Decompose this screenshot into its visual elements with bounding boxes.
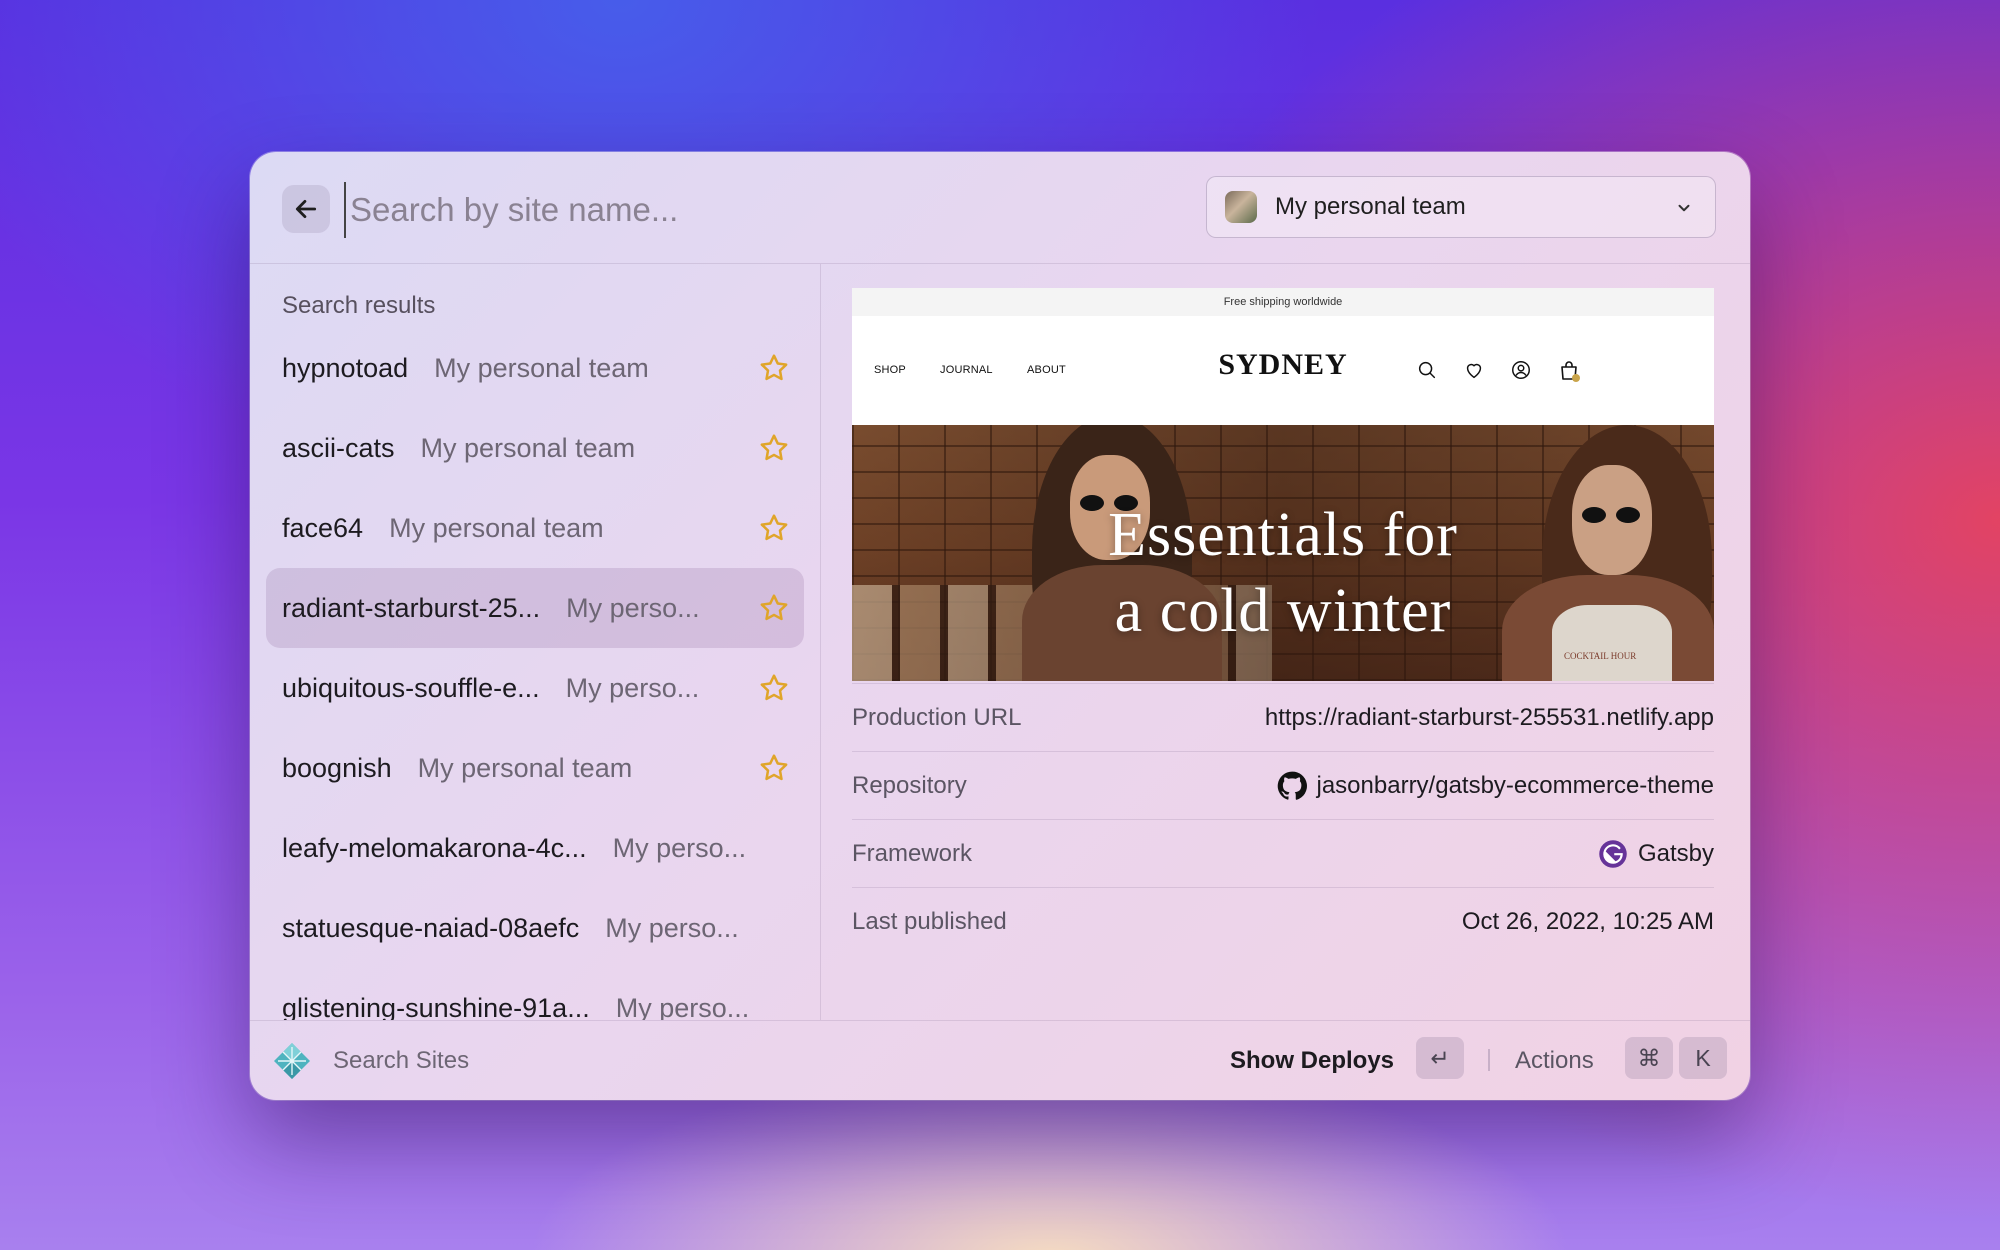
detail-label: Production URL xyxy=(852,703,1022,731)
detail-framework: Framework Gatsby xyxy=(852,819,1714,887)
enter-key-hint: ↵ xyxy=(1416,1037,1464,1079)
site-team: My personal team xyxy=(434,352,649,383)
detail-value: jasonbarry/gatsby-ecommerce-theme xyxy=(1316,771,1715,799)
list-item[interactable]: glistening-sunshine-91a... My perso... xyxy=(266,968,804,1021)
site-name: glistening-sunshine-91a... xyxy=(282,992,590,1021)
hero-line-1: Essentials for xyxy=(1108,501,1458,569)
search-icon xyxy=(1418,361,1436,379)
site-details-pane: Free shipping worldwide SHOP JOURNAL ABO… xyxy=(822,264,1750,1020)
divider xyxy=(1488,1049,1490,1071)
avatar xyxy=(1225,191,1257,223)
app-label: Search Sites xyxy=(333,1047,470,1074)
star-icon[interactable] xyxy=(758,592,790,624)
hero-headline: Essentials for a cold winter xyxy=(852,497,1714,649)
chevron-down-icon xyxy=(1678,204,1690,212)
detail-last-published: Last published Oct 26, 2022, 10:25 AM xyxy=(852,887,1714,955)
list-item-selected[interactable]: radiant-starburst-25... My perso... xyxy=(266,568,804,648)
site-name: statuesque-naiad-08aefc xyxy=(282,912,580,943)
top-bar: My personal team xyxy=(250,152,1750,264)
section-label: Search results xyxy=(282,292,436,319)
preview-hero: COCKTAIL HOUR Essentials for a cold wint… xyxy=(852,425,1714,681)
site-team: My personal team xyxy=(420,432,636,463)
detail-label: Framework xyxy=(852,839,973,867)
footer-bar: Search Sites Show Deploys ↵ Actions ⌘ K xyxy=(250,1020,1750,1100)
repository-link[interactable]: jasonbarry/gatsby-ecommerce-theme xyxy=(1277,771,1715,801)
back-button[interactable] xyxy=(282,185,330,233)
search-input[interactable] xyxy=(344,182,1144,238)
detail-label: Last published xyxy=(852,907,1007,935)
team-selector-label: My personal team xyxy=(1275,193,1466,220)
list-item[interactable]: ubiquitous-souffle-e... My perso... xyxy=(266,648,804,728)
preview-header: SHOP JOURNAL ABOUT SYDNEY xyxy=(852,316,1714,426)
production-url-link[interactable]: https://radiant-starburst-255531.netlify… xyxy=(1265,704,1714,732)
gatsby-icon xyxy=(1599,839,1627,868)
site-team: My perso... xyxy=(565,672,700,703)
list-item[interactable]: face64 My personal team xyxy=(266,488,804,568)
star-icon[interactable] xyxy=(758,512,790,544)
star-icon[interactable] xyxy=(758,672,790,704)
site-name: face64 xyxy=(282,512,364,543)
team-selector[interactable]: My personal team xyxy=(1206,176,1716,238)
framework-value: Gatsby xyxy=(1598,839,1714,869)
site-preview-screenshot: Free shipping worldwide SHOP JOURNAL ABO… xyxy=(852,288,1714,681)
site-team: My perso... xyxy=(612,832,747,863)
detail-repository: Repository jasonbarry/gatsby-ecommerce-t… xyxy=(852,751,1714,819)
site-name: boognish xyxy=(282,752,392,783)
preview-logo: SYDNEY xyxy=(1218,348,1348,381)
list-item[interactable]: hypnotoad My personal team xyxy=(266,328,804,408)
list-item[interactable]: leafy-melomakarona-4c... My perso... xyxy=(266,808,804,888)
command-key-hint: ⌘ xyxy=(1625,1037,1673,1079)
detail-value: Gatsby xyxy=(1637,839,1714,867)
site-team: My perso... xyxy=(566,592,700,623)
site-team: My personal team xyxy=(417,752,633,783)
netlify-logo-icon xyxy=(274,1043,310,1079)
list-item[interactable]: statuesque-naiad-08aefc My perso... xyxy=(266,888,804,968)
list-item[interactable]: boognish My personal team xyxy=(266,728,804,808)
command-palette-window: My personal team Search results hypnotoa… xyxy=(250,152,1750,1100)
site-team: My perso... xyxy=(605,912,739,943)
detail-label: Repository xyxy=(852,771,967,799)
actions-button[interactable]: Actions xyxy=(1515,1047,1594,1075)
detail-value: https://radiant-starburst-255531.netlify… xyxy=(1264,703,1714,731)
hero-line-2: a cold winter xyxy=(1114,577,1452,645)
user-icon xyxy=(1512,361,1530,379)
site-team: My perso... xyxy=(615,992,750,1021)
heart-icon xyxy=(1466,363,1482,379)
results-list[interactable]: Search results hypnotoad My personal tea… xyxy=(250,264,821,1020)
preview-shipping-banner: Free shipping worldwide xyxy=(852,288,1714,316)
site-team: My personal team xyxy=(389,512,604,543)
star-icon[interactable] xyxy=(758,352,790,384)
shopping-bag-icon xyxy=(1561,361,1580,382)
github-icon xyxy=(1277,771,1307,800)
list-item[interactable]: ascii-cats My personal team xyxy=(266,408,804,488)
star-icon[interactable] xyxy=(758,432,790,464)
detail-value: Oct 26, 2022, 10:25 AM xyxy=(1461,907,1714,935)
arrow-left-icon xyxy=(295,200,317,218)
star-icon[interactable] xyxy=(758,752,790,784)
k-key-hint: K xyxy=(1679,1037,1727,1079)
shirt-print: COCKTAIL HOUR xyxy=(1564,651,1637,661)
site-name: ubiquitous-souffle-e... xyxy=(282,672,540,703)
site-name: hypnotoad xyxy=(282,352,409,383)
site-name: ascii-cats xyxy=(282,432,395,463)
site-name: leafy-melomakarona-4c... xyxy=(282,832,587,863)
show-deploys-button[interactable]: Show Deploys xyxy=(1230,1047,1394,1075)
site-name: radiant-starburst-25... xyxy=(282,592,541,623)
detail-production-url: Production URL https://radiant-starburst… xyxy=(852,683,1714,751)
